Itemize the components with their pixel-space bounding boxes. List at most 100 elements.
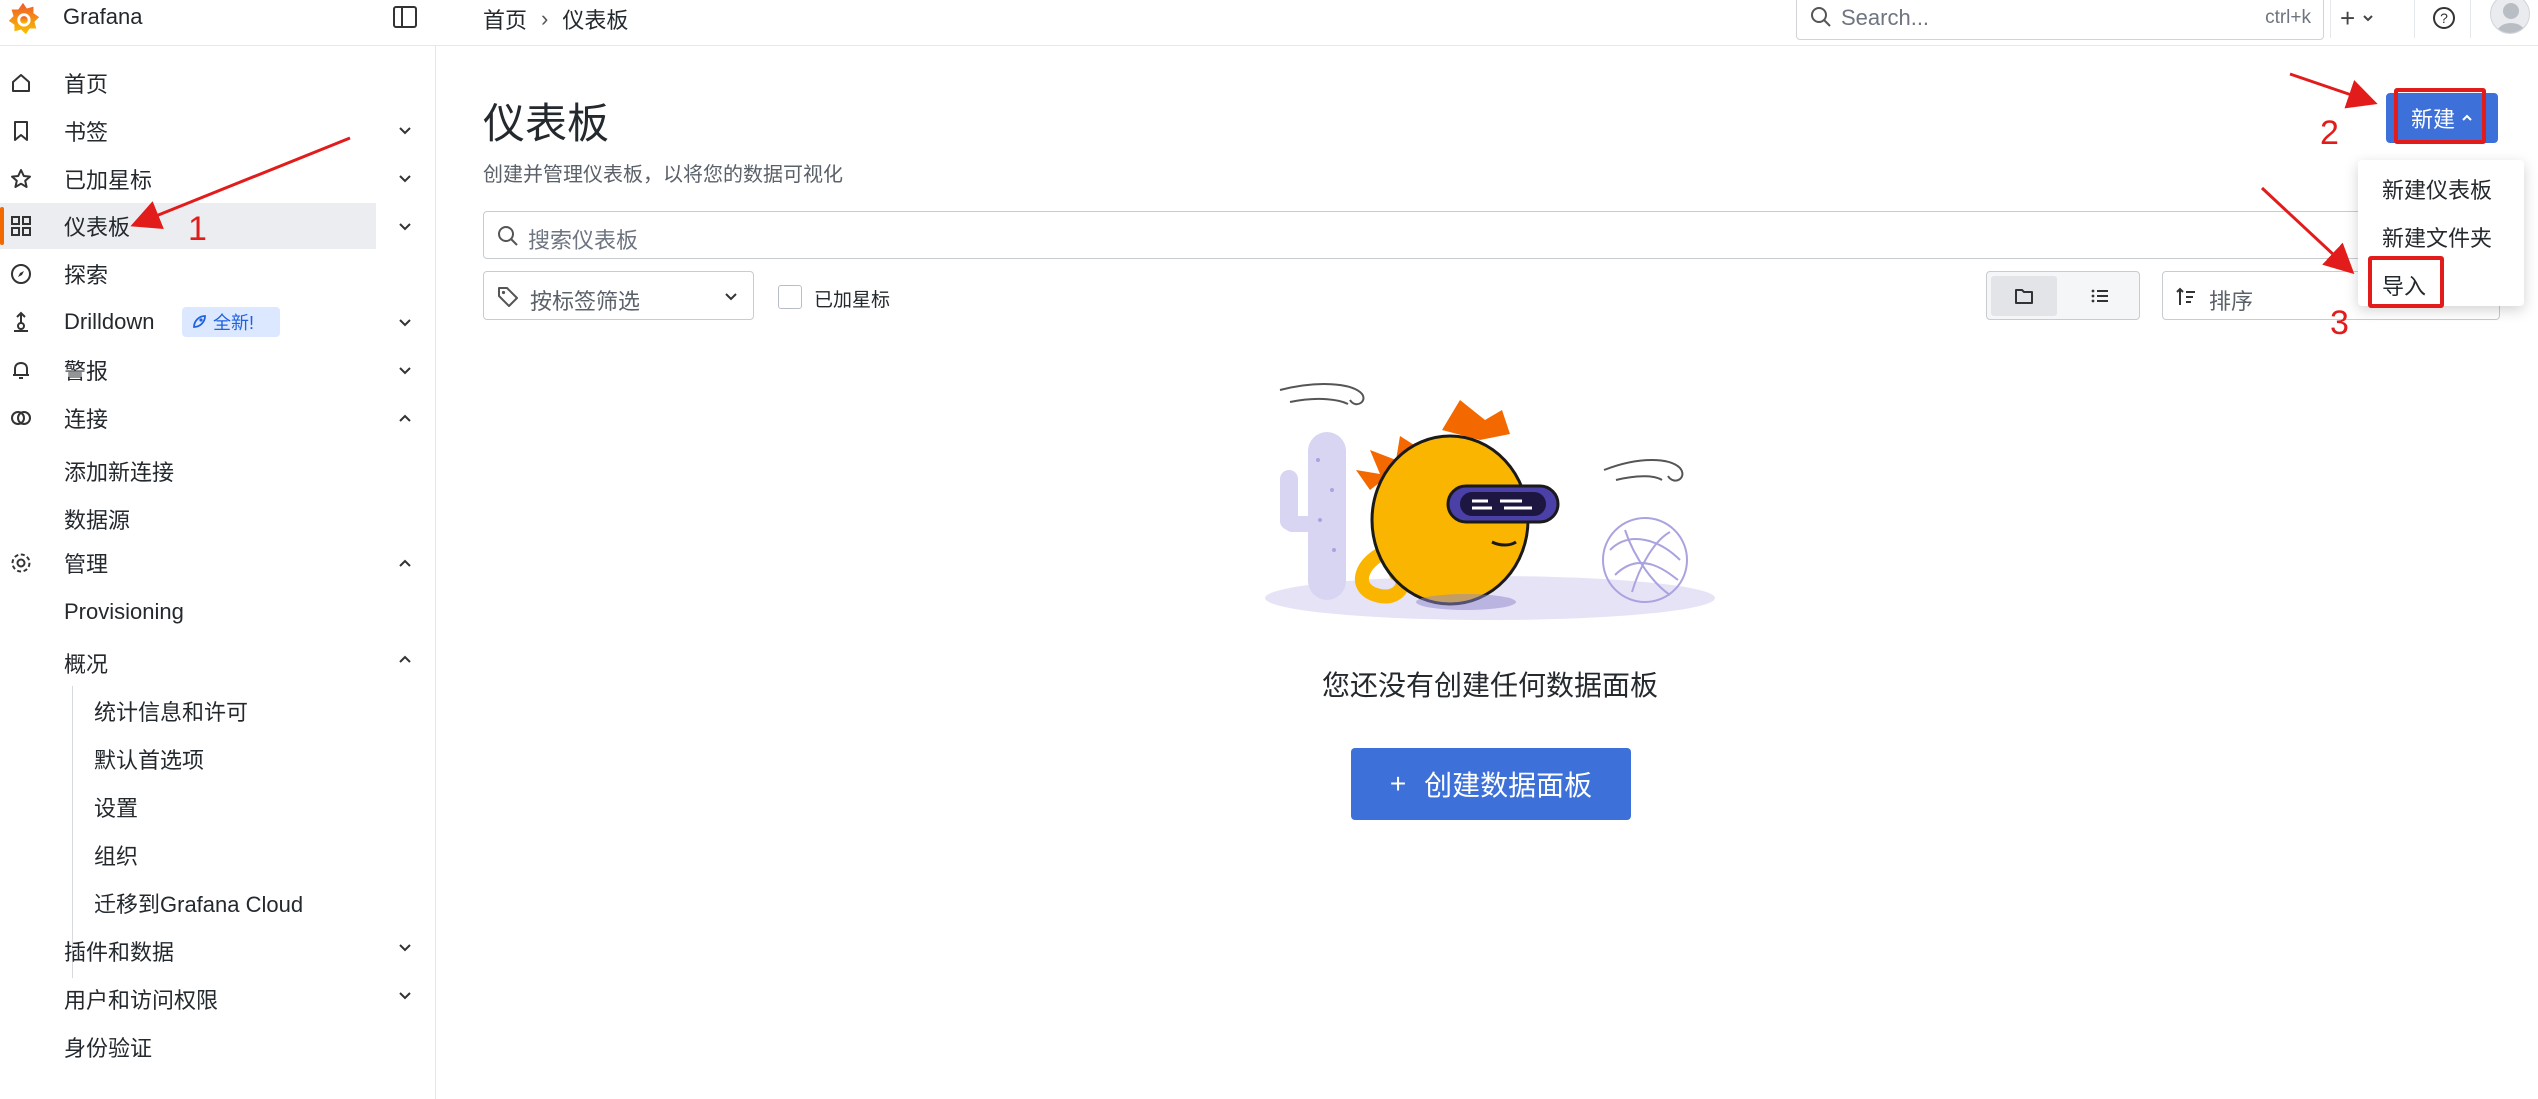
search-icon xyxy=(1811,7,1831,27)
cog-icon xyxy=(8,550,34,576)
search-icon xyxy=(498,226,518,246)
cactus-illustration xyxy=(1280,432,1346,600)
sidebar-item-data-sources[interactable]: 数据源 xyxy=(64,503,130,535)
page-title: 仪表板 xyxy=(483,100,610,147)
tag-icon xyxy=(498,287,518,307)
annotation-box-new xyxy=(2394,88,2486,144)
annotation-box-import xyxy=(2368,256,2444,308)
breadcrumb-home[interactable]: 首页 xyxy=(483,3,527,35)
chevron-down-icon[interactable] xyxy=(396,170,414,188)
sidebar-item-label: 警报 xyxy=(64,359,109,384)
sidebar-item-starred[interactable]: 已加星标 xyxy=(0,156,376,202)
sidebar-item-label: 书签 xyxy=(64,120,109,145)
plus-icon: + xyxy=(2340,2,2356,33)
divider xyxy=(2470,0,2471,38)
chevron-down-icon[interactable] xyxy=(396,122,414,140)
new-badge-label: 全新! xyxy=(213,313,255,333)
svg-text:?: ? xyxy=(2440,10,2448,26)
plus-icon: + xyxy=(1389,768,1407,799)
brand-name[interactable]: Grafana xyxy=(63,4,143,30)
create-dashboard-button[interactable]: + 创建数据面板 xyxy=(1351,748,1631,820)
list-icon xyxy=(2091,289,2108,303)
annotation-number-2: 2 xyxy=(2320,114,2339,152)
drilldown-icon xyxy=(8,309,34,335)
breadcrumb-separator: › xyxy=(541,6,549,31)
chevron-down-icon xyxy=(725,293,737,301)
sort-label: 排序 xyxy=(2209,289,2254,314)
sidebar-item-label: Drilldown xyxy=(64,309,155,334)
bell-icon xyxy=(8,357,34,383)
search-shortcut: ctrl+k xyxy=(2265,7,2311,28)
user-avatar[interactable] xyxy=(2490,0,2530,34)
sidebar-item-bookmarks[interactable]: 书签 xyxy=(0,108,376,154)
folder-icon xyxy=(2015,289,2033,304)
chevron-up-icon[interactable] xyxy=(396,410,414,428)
grafana-logo-icon[interactable] xyxy=(4,0,42,38)
help-icon[interactable]: ? xyxy=(2430,4,2458,32)
sidebar-item-connections[interactable]: 连接 xyxy=(0,395,376,441)
chevron-down-icon[interactable] xyxy=(396,314,414,332)
menu-item-new-folder[interactable]: 新建文件夹 xyxy=(2382,221,2492,253)
sidebar-item-label: 已加星标 xyxy=(64,168,153,193)
rocket-icon xyxy=(193,315,206,328)
sidebar-item-migrate-cloud[interactable]: 迁移到Grafana Cloud xyxy=(94,887,303,919)
sidebar-item-organizations[interactable]: 组织 xyxy=(94,839,138,871)
star-icon xyxy=(8,166,34,192)
dock-sidebar-icon[interactable] xyxy=(391,3,419,31)
bookmark-icon xyxy=(8,118,34,144)
chevron-down-icon[interactable] xyxy=(396,218,414,236)
sidebar-item-label: 探索 xyxy=(64,263,109,288)
annotation-arrow-2 xyxy=(2289,72,2378,109)
sort-icon xyxy=(2176,287,2195,305)
sidebar-item-users-access[interactable]: 用户和访问权限 xyxy=(64,983,218,1015)
new-badge: 全新! xyxy=(182,307,280,337)
sidebar-item-add-connection[interactable]: 添加新连接 xyxy=(64,455,174,487)
link-icon xyxy=(8,405,34,431)
sidebar-item-drilldown[interactable]: Drilldown 全新! xyxy=(0,299,376,345)
sidebar-item-explore[interactable]: 探索 xyxy=(0,251,376,297)
tag-filter-label: 按标签筛选 xyxy=(530,289,641,314)
view-toggle xyxy=(1986,271,2140,320)
starred-label[interactable]: 已加星标 xyxy=(814,285,890,312)
sidebar-item-plugins-data[interactable]: 插件和数据 xyxy=(64,935,174,967)
divider xyxy=(2330,0,2331,38)
chevron-up-icon[interactable] xyxy=(396,555,414,573)
chevron-down-icon[interactable] xyxy=(396,362,414,380)
starred-checkbox[interactable] xyxy=(778,285,802,309)
annotation-number-1: 1 xyxy=(188,210,207,248)
sidebar-item-administration[interactable]: 管理 xyxy=(0,540,376,586)
home-icon xyxy=(8,70,34,96)
sidebar-item-home[interactable]: 首页 xyxy=(0,60,376,106)
sidebar-nav: 首页 书签 已加星标 仪表板 探索 Drilldown 全新! 警报 连接 添加… xyxy=(0,46,436,1099)
add-new-menu-button[interactable]: + xyxy=(2340,3,2400,33)
tag-filter-select[interactable]: 按标签筛选 xyxy=(483,271,754,320)
breadcrumb-current: 仪表板 xyxy=(562,8,629,33)
divider xyxy=(2414,0,2415,38)
sidebar-item-label: 首页 xyxy=(64,72,109,97)
chevron-down-icon[interactable] xyxy=(396,939,414,957)
sidebar-item-alerting[interactable]: 警报 xyxy=(0,347,376,393)
top-bar: Grafana 首页 › 仪表板 Search... ctrl+k + ? xyxy=(0,0,2538,46)
sidebar-item-authentication[interactable]: 身份验证 xyxy=(64,1031,152,1063)
dashboard-search-placeholder: 搜索仪表板 xyxy=(528,228,639,253)
sidebar-item-settings[interactable]: 设置 xyxy=(94,791,138,823)
empty-state-title: 您还没有创建任何数据面板 xyxy=(1321,670,1658,701)
sidebar-item-label: 管理 xyxy=(64,552,109,577)
page-subtitle: 创建并管理仪表板，以将您的数据可视化 xyxy=(483,164,843,186)
chevron-down-icon xyxy=(2363,15,2373,22)
compass-icon xyxy=(8,261,34,287)
global-search-input[interactable]: Search... ctrl+k xyxy=(1796,0,2324,40)
annotation-number-3: 3 xyxy=(2330,304,2349,342)
folder-view-button[interactable] xyxy=(1991,276,2057,316)
sidebar-item-label: 仪表板 xyxy=(64,215,131,240)
list-view-button[interactable] xyxy=(2067,276,2133,316)
chevron-down-icon[interactable] xyxy=(396,987,414,1005)
menu-item-new-dashboard[interactable]: 新建仪表板 xyxy=(2382,173,2492,205)
sidebar-item-default-preferences[interactable]: 默认首选项 xyxy=(94,743,204,775)
sidebar-item-provisioning[interactable]: Provisioning xyxy=(64,599,184,625)
apps-icon xyxy=(8,213,34,239)
global-search-placeholder: Search... xyxy=(1841,5,1930,30)
create-dashboard-label: 创建数据面板 xyxy=(1424,770,1593,801)
dashboard-search-input[interactable]: 搜索仪表板 xyxy=(483,211,2453,259)
user-icon xyxy=(2497,3,2525,33)
